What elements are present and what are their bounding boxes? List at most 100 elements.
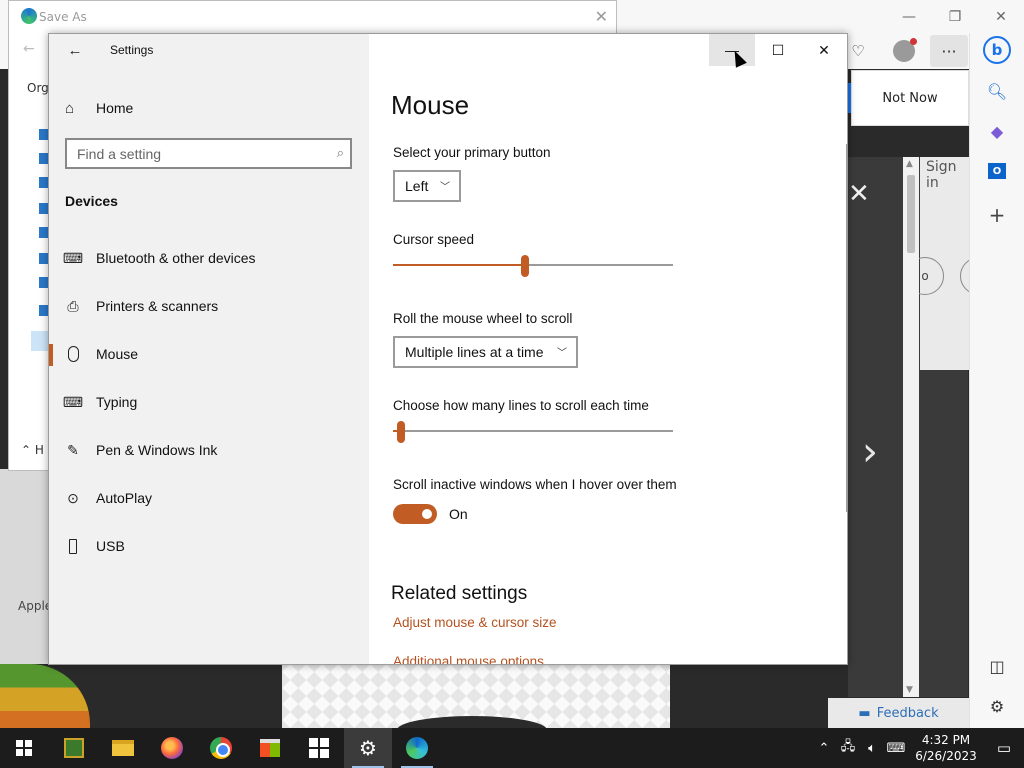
pen-icon: ✎ xyxy=(67,441,79,458)
copilot-icon[interactable]: ◆ xyxy=(982,116,1012,146)
slider-thumb[interactable] xyxy=(521,255,529,277)
adjust-cursor-size-link[interactable]: Adjust mouse & cursor size xyxy=(393,615,557,630)
browser-window-controls: — ❐ ✕ xyxy=(886,0,1024,33)
wheel-scroll-value: Multiple lines at a time xyxy=(405,344,544,360)
taskbar: ⚙ ⌃ 🖧 🔈︎ ⌨ 4:32 PM 6/26/2023 ▭ xyxy=(0,728,1024,768)
profile-avatar[interactable] xyxy=(889,35,919,67)
home-nav-item[interactable]: ⌂ Home xyxy=(49,90,369,126)
outlook-icon[interactable]: O xyxy=(982,156,1012,186)
taskbar-calculator[interactable] xyxy=(50,728,98,768)
browser-health-icon[interactable]: ♡ xyxy=(845,35,871,67)
notifications-icon[interactable]: ▭ xyxy=(984,728,1024,768)
sidebar-item-label: Bluetooth & other devices xyxy=(96,250,256,266)
cursor-speed-slider[interactable] xyxy=(393,255,673,277)
clock-date: 6/26/2023 xyxy=(915,749,977,763)
more-options-icon[interactable]: ··· xyxy=(930,35,968,67)
scroll-lines-slider[interactable] xyxy=(393,421,673,443)
volume-icon[interactable]: 🔈︎ xyxy=(860,728,884,768)
search-input[interactable] xyxy=(77,145,317,163)
hide-folders-label: H xyxy=(34,443,44,457)
taskbar-chrome[interactable] xyxy=(197,728,245,768)
taskbar-settings[interactable]: ⚙ xyxy=(344,728,392,768)
sidebar-item-typing[interactable]: ⌨ Typing xyxy=(49,383,369,423)
edge-icon xyxy=(406,737,428,759)
browser-minimize-icon[interactable]: — xyxy=(886,0,932,33)
browser-close-icon[interactable]: ✕ xyxy=(978,0,1024,33)
feedback-label: Feedback xyxy=(876,705,939,721)
close-icon[interactable]: ✕ xyxy=(595,7,608,26)
primary-button-label: Select your primary button xyxy=(393,145,551,160)
store-icon xyxy=(260,739,280,757)
gear-icon[interactable]: ⚙ xyxy=(982,691,1012,721)
find-setting-search: ⌕ xyxy=(65,138,352,169)
scroll-up-icon[interactable]: ▲ xyxy=(906,159,913,169)
bluetooth-keyboard-icon: ⌨ xyxy=(62,249,84,266)
gear-icon: ⚙ xyxy=(359,736,377,760)
search-icon[interactable]: ⌕ xyxy=(337,145,344,161)
edge-icon xyxy=(21,8,37,24)
save-as-title-bar: Save As xyxy=(9,1,616,33)
scroll-down-icon[interactable]: ▼ xyxy=(906,685,913,695)
not-now-button[interactable]: Not Now xyxy=(851,70,969,126)
autoplay-icon: ⊙ xyxy=(67,489,79,506)
chrome-icon xyxy=(210,737,232,759)
feedback-button[interactable]: ▬ Feedback xyxy=(828,698,969,728)
inactive-scroll-label: Scroll inactive windows when I hover ove… xyxy=(393,477,677,492)
clock[interactable]: 4:32 PM 6/26/2023 xyxy=(908,732,984,764)
start-button[interactable] xyxy=(0,728,48,768)
additional-mouse-options-link[interactable]: Additional mouse options xyxy=(393,654,544,664)
mouse-settings-pane: Mouse Select your primary button Left ﹀ … xyxy=(369,34,847,664)
hide-folders-toggle[interactable]: ⌃ H xyxy=(21,443,44,457)
network-icon[interactable]: 🖧 xyxy=(836,728,860,768)
sidebar-item-label: AutoPlay xyxy=(96,490,153,506)
back-arrow-icon[interactable]: ← xyxy=(23,41,35,57)
page-title: Mouse xyxy=(391,90,470,120)
split-screen-icon[interactable]: ◫ xyxy=(982,651,1012,681)
signin-panel: Sign in o xyxy=(906,157,998,370)
taskbar-firefox[interactable] xyxy=(148,728,196,768)
taskbar-file-explorer[interactable] xyxy=(99,728,147,768)
taskbar-edge[interactable] xyxy=(393,728,441,768)
settings-window: ← Settings ⌂ Home ⌕ Devices ⌨ Bluetooth … xyxy=(48,33,848,665)
chevron-up-icon[interactable]: ⌃ xyxy=(812,728,836,768)
home-icon: ⌂ xyxy=(65,99,75,117)
primary-button-select[interactable]: Left ﹀ xyxy=(393,170,461,202)
sidebar-item-autoplay[interactable]: ⊙ AutoPlay xyxy=(49,479,369,519)
browser-restore-icon[interactable]: ❐ xyxy=(932,0,978,33)
wheel-scroll-select[interactable]: Multiple lines at a time ﹀ xyxy=(393,336,578,368)
sidebar-item-label: Printers & scanners xyxy=(96,298,219,314)
bing-icon[interactable]: b xyxy=(982,35,1012,65)
category-heading: Devices xyxy=(65,193,118,209)
search-icon[interactable]: 🔍︎ xyxy=(982,76,1012,106)
back-arrow-icon[interactable]: ← xyxy=(65,40,85,60)
save-as-nav-pane xyxy=(9,111,51,451)
sidebar-item-label: Typing xyxy=(96,394,138,410)
add-icon[interactable]: + xyxy=(982,200,1012,230)
sidebar-item-mouse[interactable]: Mouse xyxy=(49,335,369,375)
home-label: Home xyxy=(96,100,134,116)
sidebar-item-label: Pen & Windows Ink xyxy=(96,442,218,458)
taskbar-tiles[interactable] xyxy=(295,728,343,768)
sidebar-item-bluetooth[interactable]: ⌨ Bluetooth & other devices xyxy=(49,239,369,279)
taskbar-store[interactable] xyxy=(246,728,294,768)
slider-thumb[interactable] xyxy=(397,421,405,443)
slider-fill xyxy=(393,264,525,266)
printer-icon: ⎙ xyxy=(67,297,79,314)
mouse-icon xyxy=(64,345,82,363)
page-scrollbar[interactable]: ▲ ▼ xyxy=(903,157,919,697)
scroll-thumb[interactable] xyxy=(907,175,915,253)
chevron-up-icon: ⌃ xyxy=(21,443,32,457)
viewer-close-icon[interactable]: ✕ xyxy=(848,179,870,209)
sidebar-item-printers[interactable]: ⎙ Printers & scanners xyxy=(49,287,369,327)
inactive-scroll-toggle[interactable] xyxy=(393,504,437,524)
settings-scrollbar[interactable] xyxy=(846,144,847,512)
viewer-next-icon[interactable]: › xyxy=(862,429,878,475)
windows-logo-icon xyxy=(16,740,32,756)
chevron-down-icon: ﹀ xyxy=(557,348,567,359)
sidebar-item-pen[interactable]: ✎ Pen & Windows Ink xyxy=(49,431,369,471)
sign-in-button[interactable]: Sign in xyxy=(926,159,969,191)
apple-panel xyxy=(0,469,48,664)
sidebar-item-usb[interactable]: USB xyxy=(49,527,369,567)
keyboard-icon[interactable]: ⌨ xyxy=(884,728,908,768)
scroll-lines-label: Choose how many lines to scroll each tim… xyxy=(393,398,649,413)
